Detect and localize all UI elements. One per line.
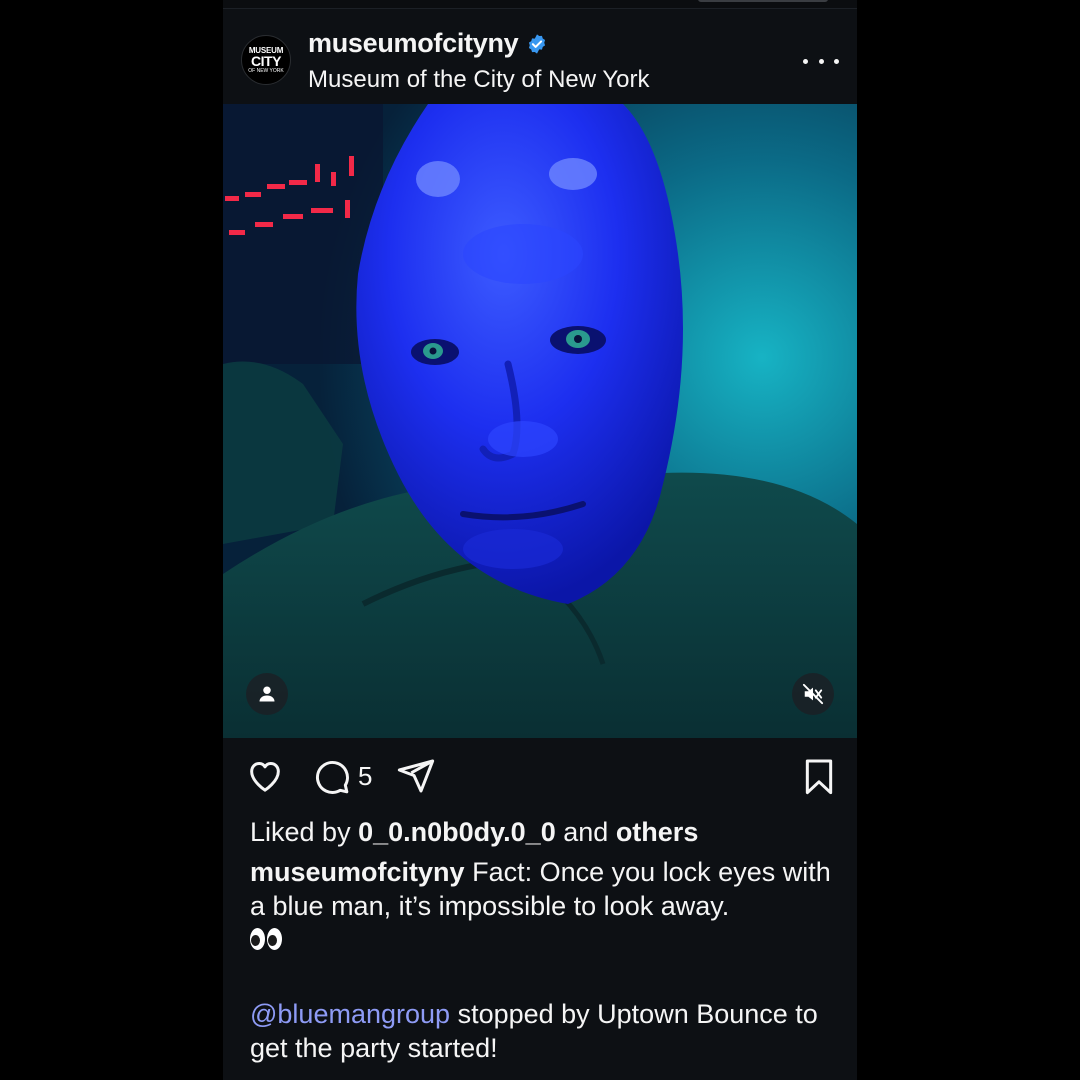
send-icon[interactable] — [396, 756, 436, 796]
comment-count[interactable]: 5 — [358, 761, 372, 792]
eye-icon — [250, 928, 265, 950]
dot-icon — [834, 58, 839, 64]
verified-badge-icon — [529, 33, 546, 54]
post-header: MUSEUM CITY OF NEW YORK museumofcityny M… — [223, 10, 857, 104]
likes-middle: and — [563, 817, 609, 847]
previous-post-button-edge — [698, 0, 828, 2]
caption-username[interactable]: museumofcityny — [250, 857, 465, 887]
avatar-line-2: CITY — [251, 52, 281, 69]
post-screen: MUSEUM CITY OF NEW YORK museumofcityny M… — [223, 0, 857, 1080]
bookmark-icon[interactable] — [799, 756, 839, 796]
likes-line: Liked by 0_0.n0b0dy.0_0 and others — [250, 815, 840, 849]
heart-icon[interactable] — [245, 756, 285, 796]
dot-icon — [818, 58, 824, 64]
avatar-line-3: OF NEW YORK — [248, 67, 284, 74]
mute-button[interactable] — [792, 673, 834, 715]
likes-others[interactable]: others — [616, 817, 699, 847]
caption-second-paragraph: @bluemangroup stopped by Uptown Bounce t… — [250, 997, 840, 1065]
person-icon — [259, 686, 275, 702]
post-username[interactable]: museumofcityny — [308, 28, 519, 59]
caption-emoji — [250, 922, 840, 958]
eyes-emoji-icon — [250, 928, 282, 950]
speaker-muted-icon — [802, 683, 824, 705]
tagged-people-button[interactable] — [246, 673, 288, 715]
previous-post-edge — [223, 0, 857, 9]
mention-link[interactable]: @bluemangroup — [250, 999, 450, 1029]
post-subtitle[interactable]: Museum of the City of New York — [308, 66, 649, 94]
post-actions: 5 — [223, 752, 857, 802]
caption: museumofcityny Fact: Once you lock eyes … — [250, 855, 840, 923]
likes-prefix: Liked by — [250, 817, 351, 847]
avatar[interactable]: MUSEUM CITY OF NEW YORK — [241, 35, 291, 85]
dot-icon — [803, 58, 808, 64]
eye-icon — [267, 928, 282, 950]
video-frame — [223, 104, 857, 738]
username-row: museumofcityny — [308, 28, 548, 59]
comment-icon[interactable] — [311, 756, 351, 796]
post-video[interactable] — [223, 104, 857, 738]
liked-by-user[interactable]: 0_0.n0b0dy.0_0 — [358, 817, 556, 847]
more-options-button[interactable] — [803, 50, 839, 72]
